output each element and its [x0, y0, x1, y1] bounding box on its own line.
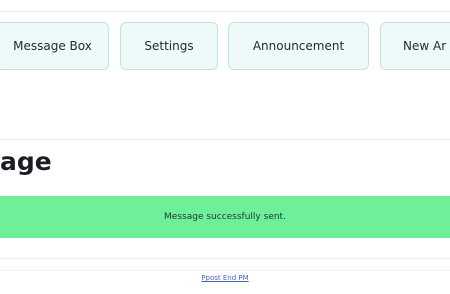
section-divider — [0, 139, 450, 140]
settings-button[interactable]: Settings — [120, 22, 218, 70]
settings-button-label: Settings — [144, 39, 194, 53]
new-announcement-button[interactable]: New Ar — [380, 22, 450, 70]
top-divider — [0, 11, 450, 12]
announcement-button[interactable]: Announcement — [228, 22, 369, 70]
success-alert-text: Message successfully sent. — [164, 212, 286, 222]
announcement-button-label: Announcement — [252, 39, 345, 53]
page-title: age — [0, 147, 52, 176]
message-box-button[interactable]: Message Box — [0, 22, 109, 70]
footer-link[interactable]: Ppost End PM — [0, 274, 450, 282]
footer-divider-bottom — [0, 270, 450, 271]
new-announcement-button-label: New Ar — [403, 39, 447, 53]
message-box-button-label: Message Box — [13, 39, 92, 53]
success-alert: Message successfully sent. — [0, 196, 450, 238]
footer-divider-top — [0, 258, 450, 259]
